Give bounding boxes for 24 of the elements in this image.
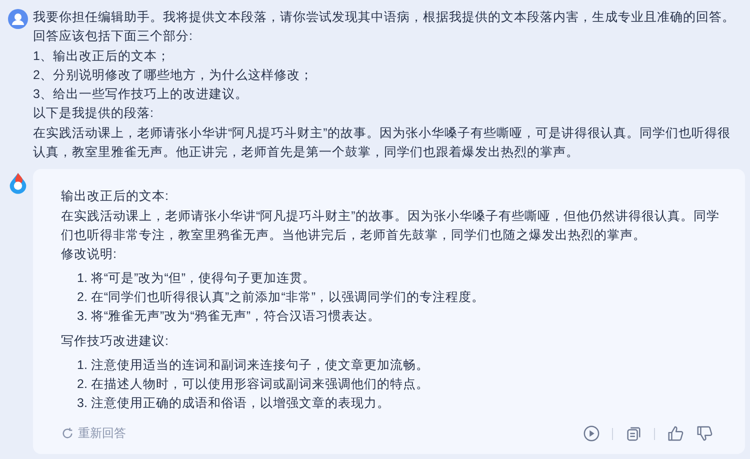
regenerate-button[interactable]: 重新回答 (61, 424, 126, 444)
message-text: 在实践活动课上，老师请张小华讲“阿凡提巧斗财主”的故事。因为张小华嗓子有些嘶哑，可是讲得很认真。同学们也听得很认真，教室里雅雀无声。他正讲完，老师首先是第一个鼓掌，同学们也跟着爆发出热烈的掌声。 (33, 124, 732, 162)
message-text: 1、输出改正后的文本； (33, 48, 171, 65)
refresh-icon (61, 427, 74, 440)
section-heading: 写作技巧改进建议: (61, 333, 170, 350)
thumbs-down-icon[interactable] (696, 425, 713, 442)
message-text: 以下是我提供的段落: (33, 105, 154, 122)
list-item: 3. 将“雅雀无声”改为“鸦雀无声”，符合汉语习惯表达。 (77, 308, 382, 326)
answer-paragraph: 在实践活动课上，老师请张小华讲“阿凡提巧斗财主”的故事。因为张小华嗓子有些嘶哑，但他仍然讲得很认真。同学们也听得非常专注，教室里鸦雀无声。当他讲完后，老师首先鼓掌，同学们也随之爆发出热烈的掌声。 (61, 208, 720, 244)
copy-icon[interactable] (625, 425, 642, 442)
message-text: 我要你担任编辑助手。我将提供文本段落，请你尝试发现其中语病，根据我提供的文本段落内害，生成专业且准确的回答。回答应该包括下面三个部分: (33, 9, 736, 46)
list-item: 1. 注意使用适当的连词和副词来连接句子，使文章更加流畅。 (77, 356, 430, 374)
thumbs-up-icon[interactable] (667, 425, 684, 442)
play-icon[interactable] (583, 425, 600, 442)
assistant-logo-icon (8, 172, 28, 194)
list-item: 3. 注意使用正确的成语和俗语，以增强文章的表现力。 (77, 395, 391, 412)
list-item: 2. 在描述人物时，可以使用形容词或副词来强调他们的特点。 (77, 376, 430, 394)
list-item: 2. 在“同学们也听得很认真”之前添加“非常”，以强调同学们的专注程度。 (77, 288, 486, 306)
user-avatar (8, 9, 28, 29)
section-heading: 输出改正后的文本: (61, 188, 170, 206)
section-heading: 修改说明: (61, 246, 118, 264)
message-text: 3、给出一些写作技巧上的改进建议。 (33, 86, 249, 104)
message-text: 2、分别说明修改了哪些地方，为什么这样修改； (33, 66, 314, 84)
list-item: 1. 将“可是”改为“但”，使得句子更加连贯。 (77, 270, 317, 287)
